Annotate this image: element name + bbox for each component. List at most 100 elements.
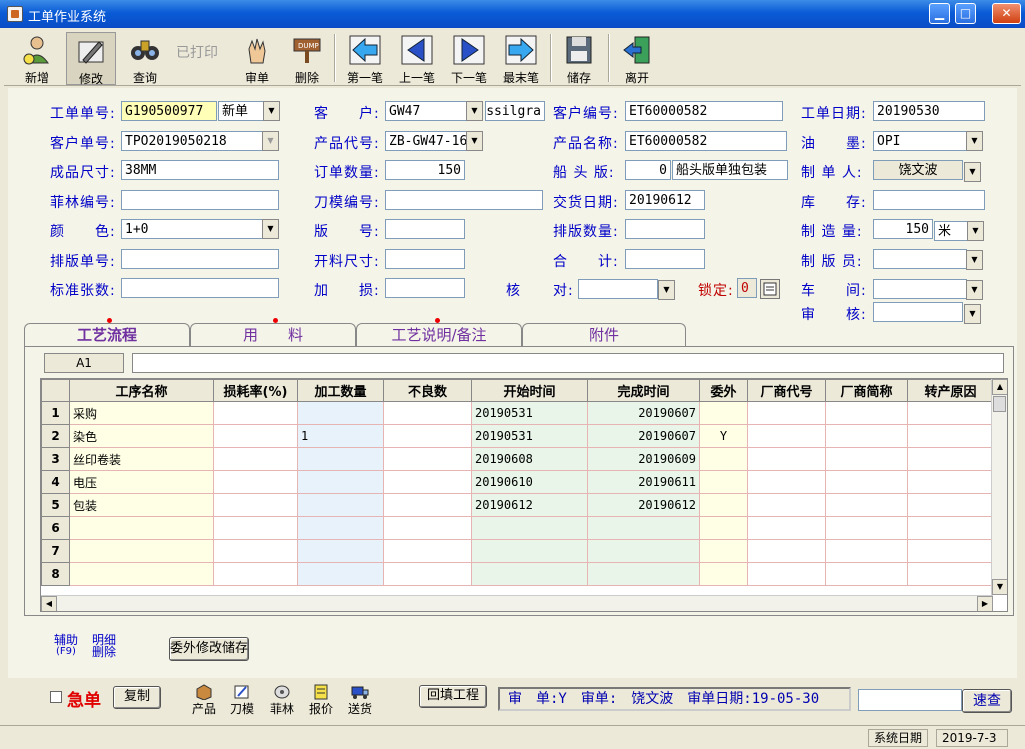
tab-attachments[interactable]: 附件 [522, 323, 686, 347]
column-header[interactable]: 开始时间 [471, 379, 588, 402]
table-row[interactable]: 6 [41, 516, 994, 540]
table-row[interactable]: 4 电压 20190610 20190611 [41, 470, 994, 494]
auditor-field[interactable] [873, 302, 963, 322]
grid-cell[interactable] [383, 493, 472, 517]
grid-cell[interactable] [297, 401, 384, 425]
grid-cell[interactable] [747, 493, 826, 517]
grid-cell[interactable] [297, 470, 384, 494]
table-row[interactable]: 5 包装 20190612 20190612 [41, 493, 994, 517]
plate-num-field[interactable] [385, 219, 465, 239]
close-button[interactable]: ✕ [992, 3, 1021, 24]
loss-field[interactable] [385, 278, 465, 298]
backfill-button[interactable]: 回填工程 [419, 685, 487, 708]
grid-cell[interactable] [213, 562, 298, 586]
grid-cell[interactable] [383, 539, 472, 563]
size-field[interactable]: 38MM [121, 160, 279, 180]
grid-cell[interactable]: 20190531 [471, 424, 588, 448]
grid-cell[interactable] [747, 562, 826, 586]
grid-cell[interactable] [699, 470, 748, 494]
horizontal-scrollbar[interactable]: ◀ ▶ [41, 595, 993, 611]
grid-cell[interactable]: 20190608 [471, 447, 588, 471]
grid-cell[interactable] [213, 401, 298, 425]
grid-cell[interactable]: 20190531 [471, 401, 588, 425]
urgent-checkbox[interactable] [50, 691, 62, 703]
die-link[interactable]: 刀模 [228, 684, 256, 717]
table-row[interactable]: 3 丝印卷装 20190608 20190609 [41, 447, 994, 471]
grid-cell[interactable]: 20190612 [471, 493, 588, 517]
first-record-button[interactable]: 第一笔 [340, 32, 390, 85]
grid-cell[interactable] [297, 493, 384, 517]
workshop-dropdown[interactable] [966, 280, 983, 300]
die-field[interactable] [385, 190, 543, 210]
grid-cell[interactable] [383, 424, 472, 448]
grid-cell[interactable]: 20190609 [587, 447, 700, 471]
tab-notes[interactable]: 工艺说明/备注 [356, 318, 522, 347]
customer-dropdown[interactable] [466, 101, 483, 121]
column-header[interactable]: 厂商代号 [747, 379, 826, 402]
outsource-save-button[interactable]: 委外修改储存 [169, 637, 249, 661]
table-row[interactable]: 8 [41, 562, 994, 586]
grid-cell[interactable] [825, 493, 908, 517]
copy-button[interactable]: 复制 [113, 686, 161, 709]
grid-cell[interactable]: 电压 [69, 470, 214, 494]
grid-cell[interactable]: 1 [297, 424, 384, 448]
tab-process[interactable]: 工艺流程 [24, 318, 190, 348]
lock-toggle-button[interactable] [760, 279, 780, 299]
grid-cell[interactable]: 20190610 [471, 470, 588, 494]
product-link[interactable]: 产品 [190, 684, 218, 717]
grid-cell[interactable] [383, 401, 472, 425]
last-record-button[interactable]: 最末笔 [496, 32, 546, 85]
customer-field[interactable]: GW47 [385, 101, 467, 121]
grid-cell[interactable] [471, 539, 588, 563]
detail-delete-button[interactable]: 明细 删除 [90, 634, 118, 658]
product-name-field[interactable]: ET60000582 [625, 131, 787, 151]
search-button[interactable]: 速查 [962, 689, 1012, 713]
grid-cell[interactable] [213, 539, 298, 563]
grid-cell[interactable] [907, 562, 994, 586]
make-unit-dropdown[interactable] [967, 221, 984, 241]
cust-order-field[interactable]: TPO2019050218 [121, 131, 263, 151]
plate-no-field[interactable]: 0 [625, 160, 671, 180]
grid-cell[interactable] [907, 401, 994, 425]
grid-cell[interactable]: 包装 [69, 493, 214, 517]
check-field[interactable] [578, 279, 658, 299]
exit-button[interactable]: 离开 [612, 32, 662, 85]
cut-size-field[interactable] [385, 249, 465, 269]
grid-cell[interactable] [213, 447, 298, 471]
new-button[interactable]: 新增 [12, 32, 62, 85]
layout-qty-field[interactable] [625, 219, 705, 239]
grid-cell[interactable] [699, 493, 748, 517]
order-type-select[interactable]: 新单 [218, 101, 264, 121]
grid-cell[interactable] [699, 562, 748, 586]
grid-cell[interactable] [69, 516, 214, 540]
grid-cell[interactable] [907, 447, 994, 471]
grid-cell[interactable] [213, 516, 298, 540]
grid-cell[interactable] [907, 493, 994, 517]
film-field[interactable] [121, 190, 279, 210]
layout-order-field[interactable] [121, 249, 279, 269]
film-link[interactable]: 菲林 [268, 684, 296, 717]
grid-cell[interactable] [907, 539, 994, 563]
column-header[interactable]: 完成时间 [587, 379, 700, 402]
cell-content-input[interactable] [132, 353, 1004, 373]
color-field[interactable]: 1+0 [121, 219, 263, 239]
printed-button[interactable]: 已打印 [174, 32, 232, 85]
grid-cell[interactable] [747, 470, 826, 494]
auditor-dropdown[interactable] [964, 304, 981, 324]
grid-cell[interactable] [213, 424, 298, 448]
plater-field[interactable] [873, 249, 967, 269]
scroll-right-icon[interactable]: ▶ [977, 596, 993, 611]
query-button[interactable]: 查询 [120, 32, 170, 85]
workshop-field[interactable] [873, 279, 967, 299]
grid-cell[interactable] [747, 516, 826, 540]
grid-cell[interactable] [825, 562, 908, 586]
minimize-button[interactable]: ▁ [929, 3, 950, 24]
grid-cell[interactable] [69, 539, 214, 563]
maker-dropdown[interactable] [964, 162, 981, 182]
vertical-scrollbar[interactable]: ▲ ▼ [991, 379, 1007, 595]
grid-cell[interactable] [383, 470, 472, 494]
grid-cell[interactable] [825, 470, 908, 494]
order-type-dropdown[interactable] [263, 101, 280, 121]
make-unit-field[interactable]: 米 [934, 221, 968, 241]
grid-cell[interactable] [383, 516, 472, 540]
